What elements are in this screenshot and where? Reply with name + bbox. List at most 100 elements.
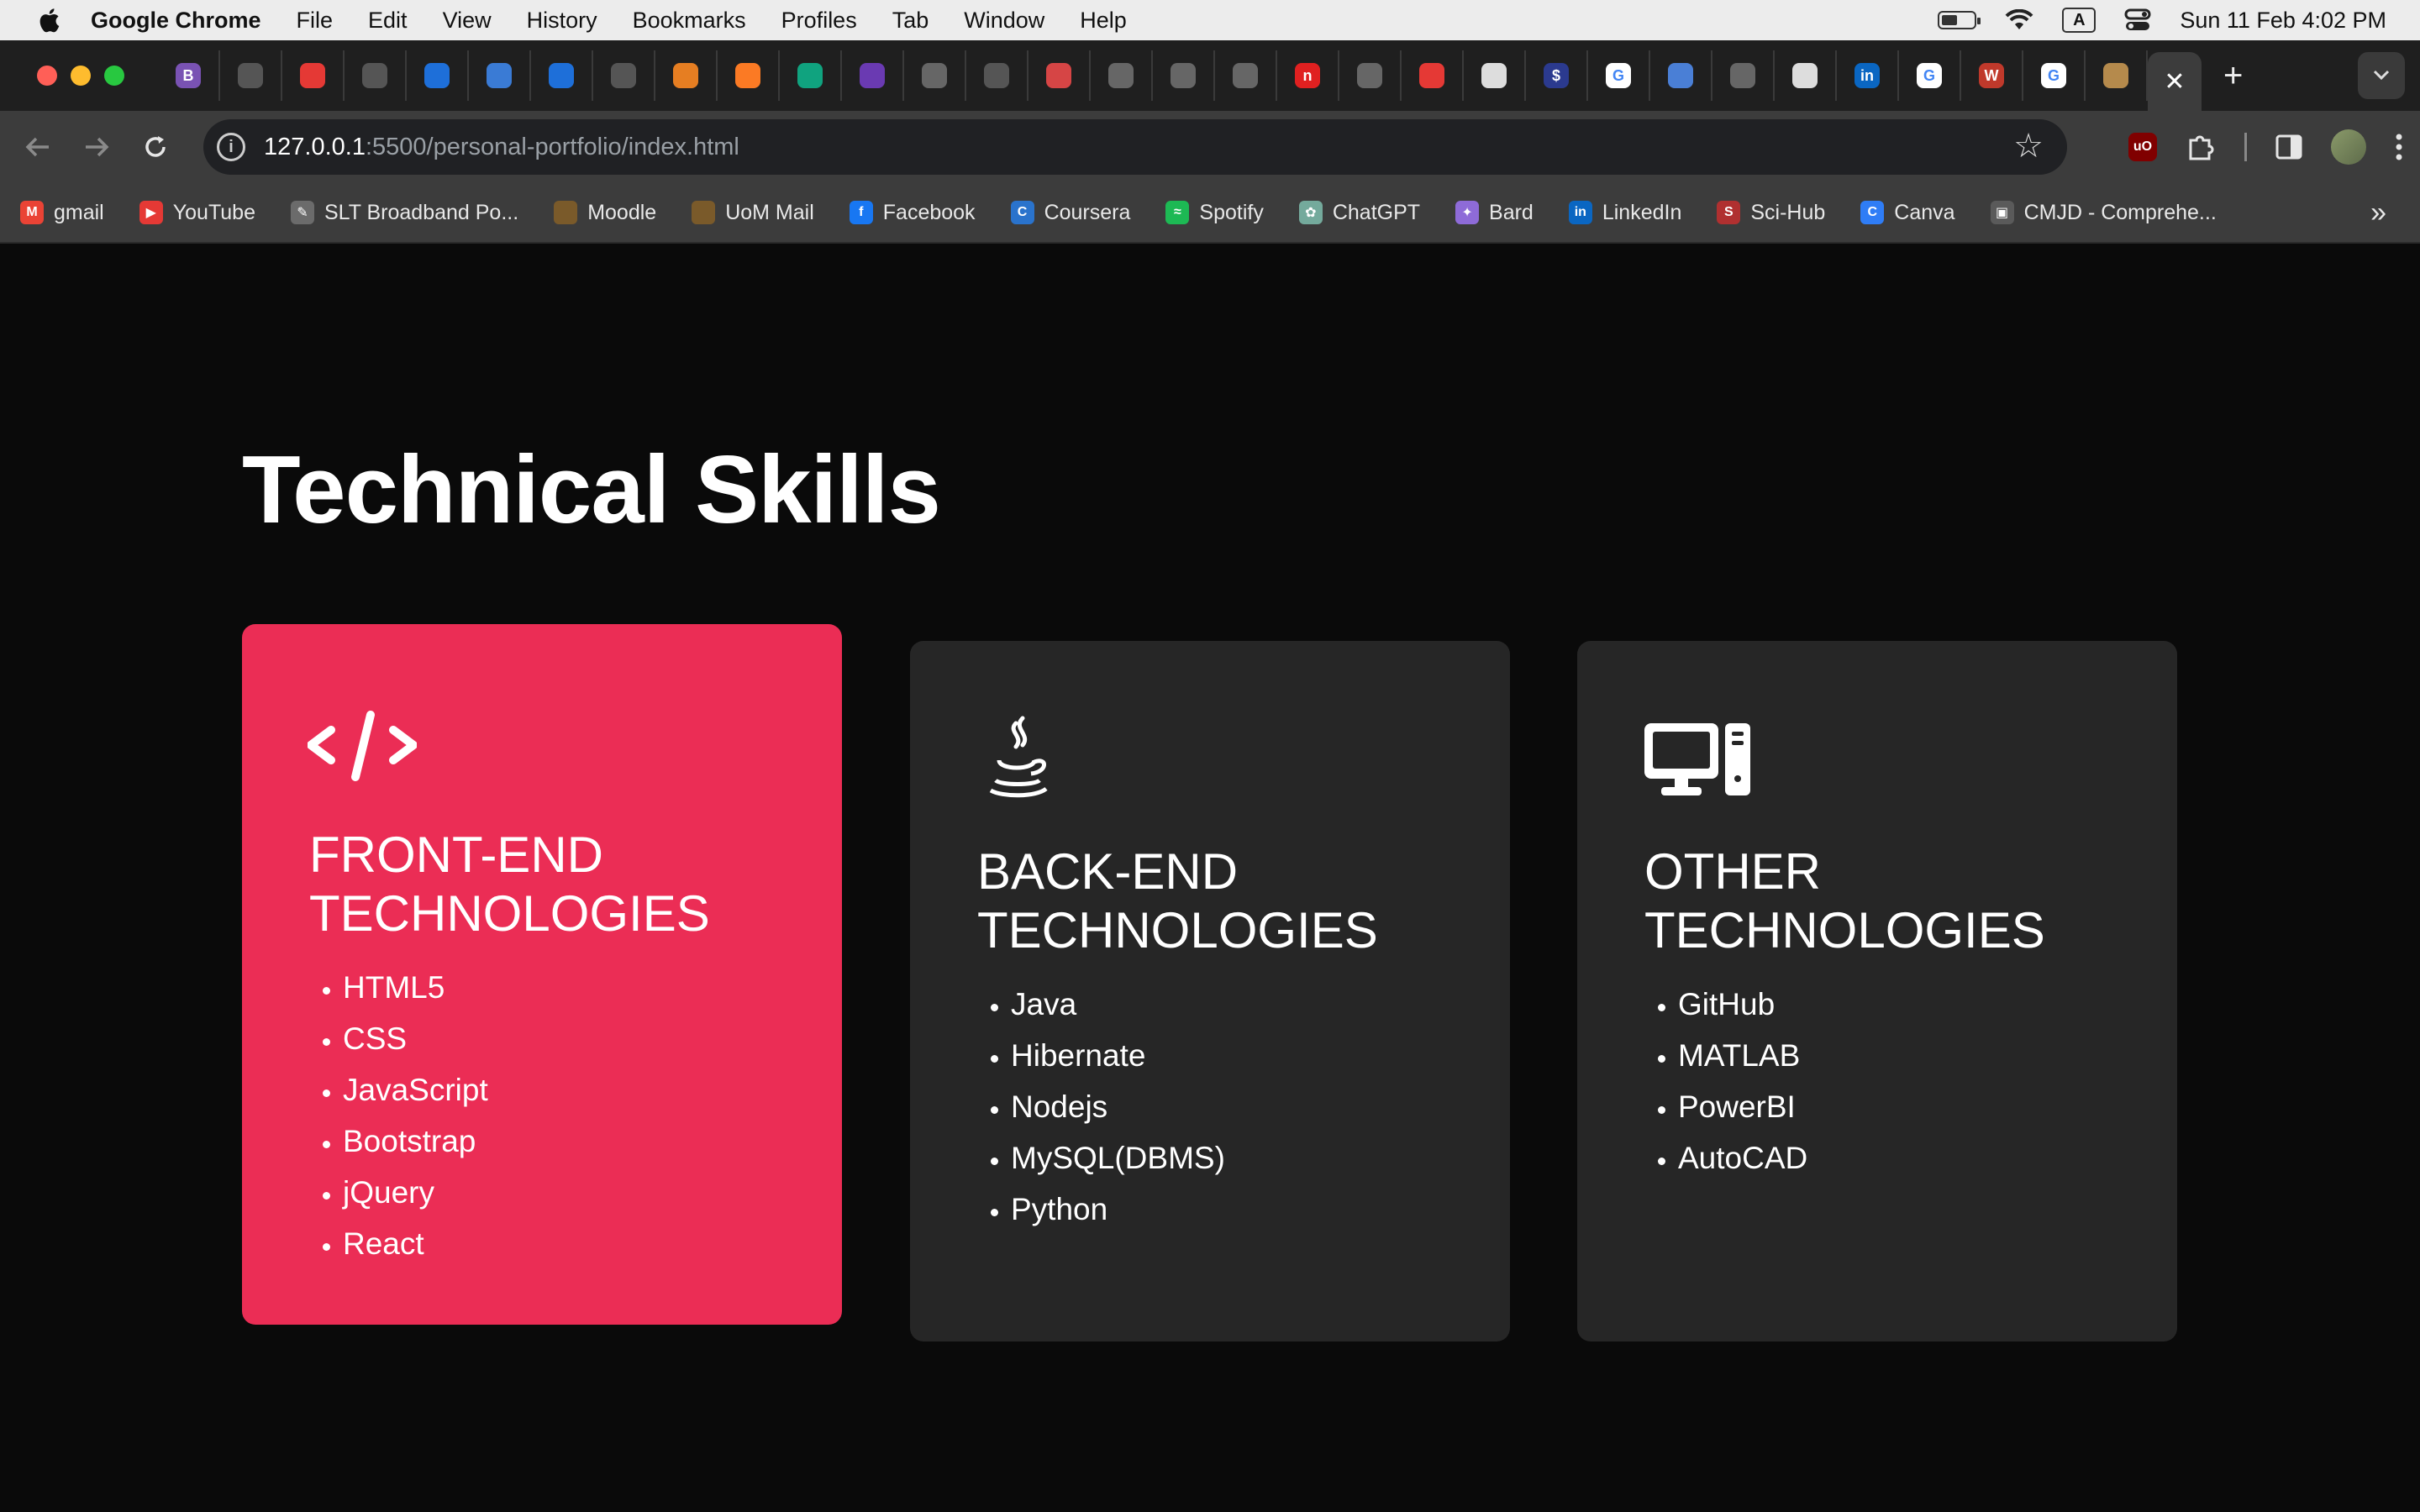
gmail-icon: M <box>20 201 44 224</box>
browser-tab[interactable] <box>1091 50 1153 101</box>
menu-file[interactable]: File <box>297 8 334 34</box>
apple-menu-icon[interactable] <box>32 3 66 37</box>
browser-tab[interactable] <box>1339 50 1402 101</box>
browser-tab[interactable] <box>966 50 1028 101</box>
menu-history[interactable]: History <box>527 8 597 34</box>
active-tab[interactable]: ✕ <box>2148 52 2202 111</box>
back-button[interactable] <box>8 118 67 176</box>
menu-bookmarks[interactable]: Bookmarks <box>633 8 746 34</box>
tab-search-button[interactable] <box>2358 52 2405 99</box>
bookmark-item[interactable]: C Canva <box>1860 201 1955 225</box>
bookmark-item[interactable]: f Facebook <box>849 201 976 225</box>
bookmark-star-icon[interactable]: ☆ <box>2013 129 2044 163</box>
datetime-label[interactable]: Sun 11 Feb 4:02 PM <box>2180 8 2386 34</box>
menu-help[interactable]: Help <box>1080 8 1127 34</box>
more-bookmarks-icon[interactable]: » <box>2370 197 2386 229</box>
list-item: Java <box>1011 979 1225 1030</box>
moodle-icon <box>554 201 578 224</box>
browser-tab[interactable]: G <box>1588 50 1650 101</box>
more-menu-icon[interactable] <box>2395 133 2403 161</box>
bookmark-item[interactable]: S Sci-Hub <box>1717 201 1825 225</box>
dollar-icon: $ <box>1544 63 1569 88</box>
bookmark-item[interactable]: C Coursera <box>1010 201 1130 225</box>
new-tab-button[interactable]: + <box>2223 57 2243 95</box>
bookmark-item[interactable]: Mgmail <box>20 201 104 225</box>
battery-icon[interactable] <box>1938 11 1981 29</box>
forward-button[interactable] <box>67 118 126 176</box>
site-info-icon[interactable]: i <box>217 133 245 161</box>
bookmark-item[interactable]: in LinkedIn <box>1568 201 1681 225</box>
close-window-button[interactable] <box>37 66 57 86</box>
browser-tab[interactable]: G <box>1899 50 1961 101</box>
uom-icon <box>692 201 716 224</box>
browser-tab[interactable] <box>1402 50 1464 101</box>
browser-tab[interactable]: B <box>158 50 220 101</box>
canva-icon: C <box>1860 201 1885 224</box>
browser-tab[interactable] <box>220 50 282 101</box>
reload-button[interactable] <box>126 118 185 176</box>
browser-tab[interactable] <box>1775 50 1837 101</box>
slt-icon: ✎ <box>291 201 314 224</box>
card-title: FRONT-END TECHNOLOGIES <box>309 827 710 942</box>
browser-tab[interactable] <box>531 50 593 101</box>
browser-tab[interactable] <box>904 50 966 101</box>
browser-tab[interactable]: G <box>2023 50 2086 101</box>
chevron-down-icon <box>2373 70 2390 81</box>
browser-tab[interactable] <box>718 50 780 101</box>
browser-tab[interactable]: n <box>1277 50 1339 101</box>
zoom-window-button[interactable] <box>104 66 124 86</box>
menu-edit[interactable]: Edit <box>368 8 408 34</box>
browser-tab[interactable] <box>1215 50 1277 101</box>
browser-tab[interactable] <box>1712 50 1775 101</box>
bookmark-item[interactable]: ✎ SLT Broadband Po... <box>291 201 518 225</box>
browser-tab[interactable] <box>842 50 904 101</box>
input-source-indicator[interactable]: A <box>2062 8 2096 33</box>
browser-tab[interactable] <box>407 50 469 101</box>
browser-tab[interactable] <box>345 50 407 101</box>
menu-view[interactable]: View <box>443 8 492 34</box>
browser-tab[interactable] <box>1650 50 1712 101</box>
bookmarks-bar: Mgmail ▶ YouTube ✎ SLT Broadband Po... Moodle… <box>0 183 2420 244</box>
browser-tab[interactable] <box>469 50 531 101</box>
java-icon <box>989 716 1048 798</box>
browser-tab[interactable] <box>1028 50 1091 101</box>
bookmark-item[interactable]: ✿ ChatGPT <box>1298 201 1420 225</box>
ublock-extension-icon[interactable]: uO <box>2128 133 2157 161</box>
list-item: React <box>343 1218 488 1269</box>
menu-tab[interactable]: Tab <box>892 8 929 34</box>
browser-tab[interactable]: W <box>1961 50 2023 101</box>
menubar-status-area: A Sun 11 Feb 4:02 PM <box>1938 0 2386 40</box>
bookmark-item[interactable]: UoM Mail <box>692 201 814 225</box>
toolbar-actions: uO <box>2128 111 2403 183</box>
browser-tab[interactable] <box>1464 50 1526 101</box>
profile-avatar[interactable] <box>2331 129 2366 165</box>
browser-tab[interactable] <box>593 50 655 101</box>
bookmark-item[interactable]: ▣ CMJD - Comprehe... <box>1990 201 2217 225</box>
bookmark-item[interactable]: ✦ Bard <box>1455 201 1534 225</box>
browser-tab[interactable] <box>780 50 842 101</box>
address-bar[interactable]: i 127.0.0.1:5500/personal-portfolio/inde… <box>203 119 2067 175</box>
browser-tab[interactable] <box>655 50 718 101</box>
wifi-icon[interactable] <box>2005 9 2033 31</box>
github-icon <box>1481 63 1507 88</box>
bookmark-label: Spotify <box>1199 200 1264 224</box>
menu-profiles[interactable]: Profiles <box>781 8 857 34</box>
coursera-icon: C <box>1010 201 1034 224</box>
contact-card-icon: ▣ <box>1990 201 2014 224</box>
skill-list: GitHub MATLAB PowerBI AutoCAD <box>1644 979 1807 1184</box>
extensions-puzzle-icon[interactable] <box>2186 132 2216 162</box>
bookmark-item[interactable]: Moodle <box>554 201 656 225</box>
browser-tab[interactable] <box>282 50 345 101</box>
bookmark-item[interactable]: ≈ Spotify <box>1165 200 1264 225</box>
browser-tab[interactable]: $ <box>1526 50 1588 101</box>
menu-window[interactable]: Window <box>964 8 1044 34</box>
browser-tab[interactable] <box>2086 50 2148 101</box>
minimize-window-button[interactable] <box>71 66 91 86</box>
control-center-icon[interactable] <box>2124 8 2151 32</box>
browser-tab[interactable]: in <box>1837 50 1899 101</box>
browser-tab[interactable] <box>1153 50 1215 101</box>
app-name[interactable]: Google Chrome <box>91 8 261 34</box>
bookmark-item[interactable]: ▶ YouTube <box>139 201 255 225</box>
close-tab-icon[interactable]: ✕ <box>2164 67 2185 97</box>
side-panel-icon[interactable] <box>2275 134 2302 160</box>
